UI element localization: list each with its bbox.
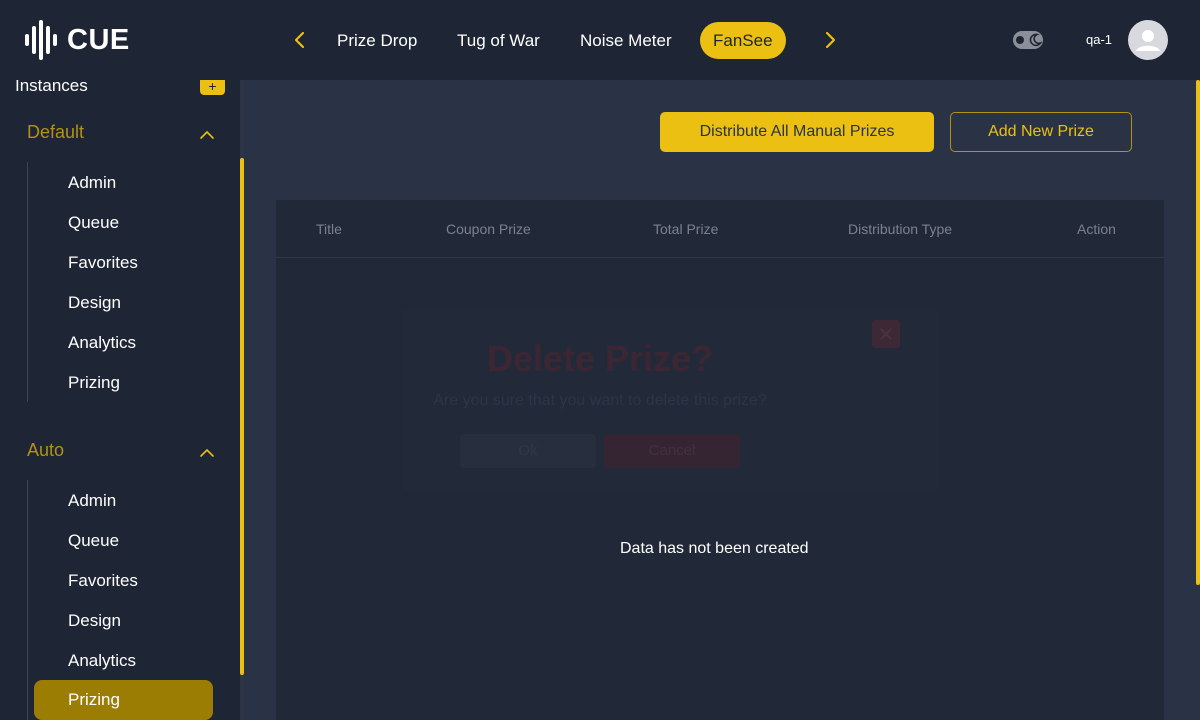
waveform-logo-icon	[25, 20, 57, 60]
table-header: Title Coupon Prize Total Prize Distribut…	[276, 200, 1164, 258]
empty-table-message: Data has not been created	[620, 540, 809, 557]
sidebar-item-auto-design[interactable]: Design	[68, 611, 121, 631]
column-header-action: Action	[1077, 221, 1116, 237]
username: qa-1	[1086, 32, 1113, 47]
top-bar: CUE Prize Drop Tug of War Noise Meter Fa…	[0, 0, 1200, 80]
sidebar-item-default-design[interactable]: Design	[68, 293, 121, 313]
column-header-distribution-type: Distribution Type	[848, 221, 953, 237]
column-header-coupon-prize: Coupon Prize	[446, 221, 531, 237]
dialog-ok-button[interactable]: Ok	[460, 434, 596, 468]
group-header-auto[interactable]: Auto	[27, 440, 217, 466]
sidebar-item-default-analytics[interactable]: Analytics	[68, 333, 136, 353]
logo-text: CUE	[67, 23, 130, 56]
sidebar-item-auto-favorites[interactable]: Favorites	[68, 571, 138, 591]
toggle-knob	[1016, 36, 1024, 44]
add-instance-button[interactable]: +	[200, 80, 225, 95]
user-icon	[1136, 30, 1160, 51]
tab-tug-of-war[interactable]: Tug of War	[457, 22, 540, 59]
chevron-up-icon	[200, 448, 214, 457]
sidebar-item-auto-prizing[interactable]: Prizing	[34, 680, 213, 720]
group-divider-default	[27, 162, 28, 402]
sidebar-item-default-queue[interactable]: Queue	[68, 213, 119, 233]
sidebar-item-auto-analytics[interactable]: Analytics	[68, 651, 136, 671]
chevron-left-icon	[294, 31, 305, 49]
dialog-message: Are you sure that you want to delete thi…	[433, 392, 767, 409]
chevron-right-icon	[825, 31, 836, 49]
nav-prev-button[interactable]	[288, 28, 312, 52]
dialog-close-button[interactable]	[872, 320, 900, 348]
add-new-prize-button[interactable]: Add New Prize	[950, 112, 1132, 152]
sidebar-item-default-prizing[interactable]: Prizing	[68, 373, 120, 393]
theme-toggle[interactable]	[1013, 31, 1043, 49]
column-header-title: Title	[316, 221, 342, 237]
sidebar-item-auto-admin[interactable]: Admin	[68, 491, 116, 511]
group-header-default[interactable]: Default	[27, 122, 217, 148]
sidebar-item-auto-queue[interactable]: Queue	[68, 531, 119, 551]
tab-prize-drop[interactable]: Prize Drop	[337, 22, 417, 59]
sidebar-item-default-admin[interactable]: Admin	[68, 173, 116, 193]
avatar-button[interactable]	[1128, 20, 1168, 60]
dialog-title: Delete Prize?	[486, 338, 714, 379]
main-scrollbar[interactable]	[1196, 80, 1200, 585]
delete-prize-dialog: Delete Prize? Are you sure that you want…	[402, 308, 938, 492]
nav-next-button[interactable]	[818, 28, 842, 52]
group-title-default: Default	[27, 122, 85, 142]
column-header-total-prize: Total Prize	[653, 221, 719, 237]
tab-fansee[interactable]: FanSee	[700, 22, 786, 59]
distribute-all-manual-prizes-button[interactable]: Distribute All Manual Prizes	[660, 112, 934, 152]
moon-icon	[1029, 33, 1042, 47]
sidebar-item-label: Prizing	[68, 690, 120, 709]
cue-logo[interactable]: CUE	[25, 20, 130, 60]
tab-noise-meter[interactable]: Noise Meter	[580, 22, 672, 59]
group-divider-auto	[27, 480, 28, 720]
group-title-auto: Auto	[27, 440, 65, 460]
chevron-up-icon	[200, 130, 214, 139]
sidebar-item-default-favorites[interactable]: Favorites	[68, 253, 138, 273]
close-icon	[880, 328, 892, 340]
instances-label: Instances	[15, 80, 88, 95]
sidebar: Instances + Default Admin Queue Favorite…	[0, 80, 240, 720]
dialog-cancel-button[interactable]: Cancel	[604, 434, 740, 468]
